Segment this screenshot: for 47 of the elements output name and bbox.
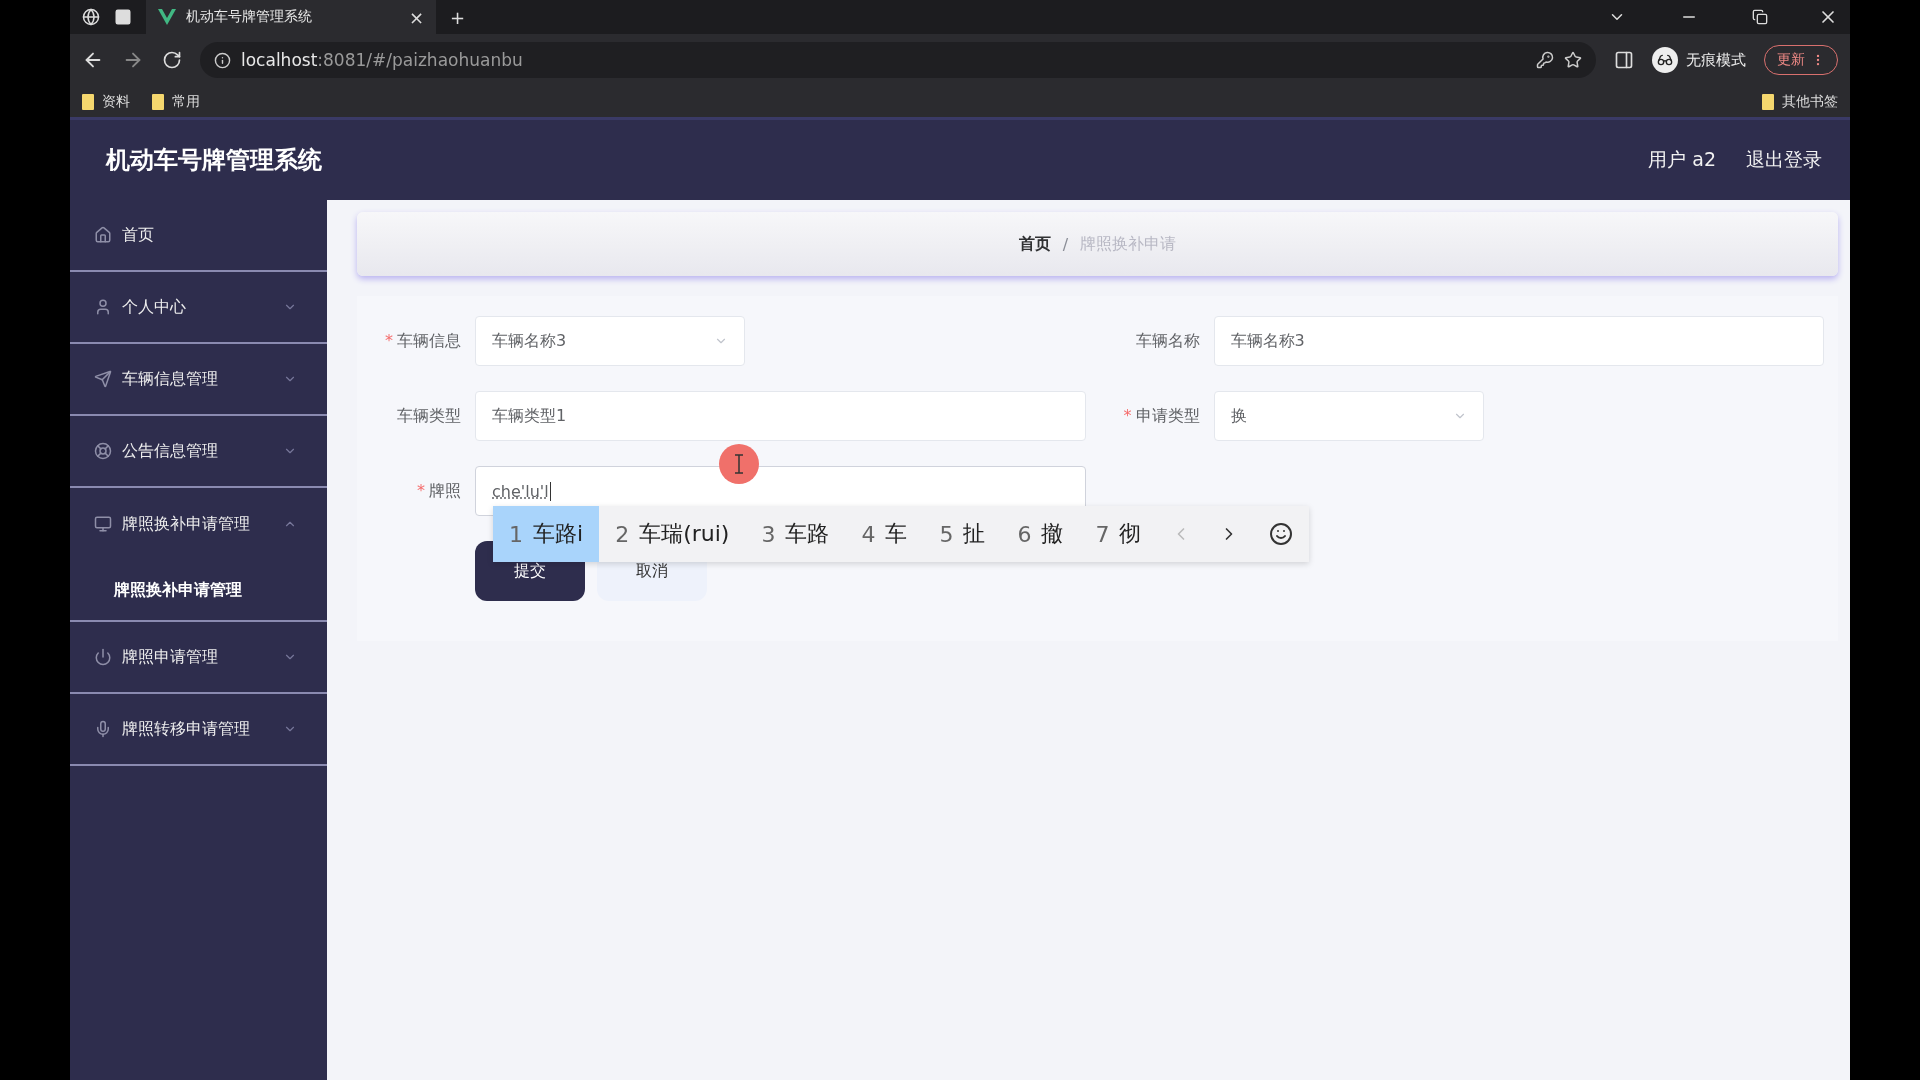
sidebar-item[interactable]: 牌照换补申请管理 [70, 488, 327, 560]
browser-tab[interactable]: 机动车号牌管理系统 × [146, 0, 436, 34]
field-label: * 车辆信息 [384, 330, 462, 352]
emoji-icon[interactable] [1269, 522, 1294, 546]
restore-icon[interactable] [1752, 9, 1768, 25]
input-field[interactable]: 车辆名称3 [1213, 316, 1824, 366]
paper-plane-icon [94, 370, 112, 388]
cursor-highlight-icon [719, 444, 759, 484]
input-field[interactable]: 车辆类型1 [475, 391, 1086, 441]
key-icon[interactable] [1536, 51, 1554, 69]
home-icon [94, 226, 112, 244]
field-label: 车辆类型 [396, 405, 462, 427]
new-tab-button[interactable]: + [450, 6, 466, 28]
v-logo-icon [158, 9, 176, 25]
select-field[interactable]: 车辆名称3 [475, 316, 745, 366]
incognito-icon[interactable] [1652, 47, 1678, 73]
info-icon [214, 51, 231, 69]
select-field[interactable]: 换 [1213, 391, 1484, 441]
logout-link[interactable]: 退出登录 [1746, 147, 1822, 173]
field-label: 车辆名称 [1134, 330, 1201, 352]
bookmark-item[interactable]: 资料 [82, 92, 130, 111]
reload-icon[interactable] [162, 50, 182, 70]
folder-icon [1762, 93, 1774, 110]
window-icon[interactable] [114, 8, 132, 26]
field-label: * 牌照 [416, 480, 462, 502]
bookmark-item[interactable]: 常用 [152, 92, 200, 111]
sidebar-subitem[interactable]: 牌照换补申请管理 [70, 560, 327, 620]
user-icon [94, 298, 112, 316]
side-panel-icon[interactable] [1614, 50, 1634, 70]
star-icon[interactable] [1564, 51, 1582, 69]
breadcrumb-item[interactable]: 首页 [1018, 233, 1051, 255]
other-bookmarks[interactable]: 其他书签 [1762, 92, 1838, 111]
breadcrumb-separator: / [1062, 234, 1069, 254]
microphone-icon [94, 720, 112, 738]
monitor-icon [94, 515, 112, 533]
field-label: * 申请类型 [1122, 405, 1201, 427]
address-bar[interactable]: localhost:8081/#/paizhaohuanbu [200, 42, 1596, 78]
app-title: 机动车号牌管理系统 [106, 145, 322, 176]
folder-icon [152, 93, 164, 110]
profile-label[interactable]: 无痕模式 [1686, 50, 1746, 70]
user-label: 用户 a2 [1648, 147, 1716, 172]
folder-icon [82, 93, 94, 110]
close-tab-button[interactable]: × [408, 6, 424, 28]
power-icon [94, 648, 112, 666]
ring-icon [94, 442, 112, 460]
ime-candidate[interactable]: 1 车路i [493, 506, 600, 562]
globe-icon[interactable] [82, 8, 100, 26]
